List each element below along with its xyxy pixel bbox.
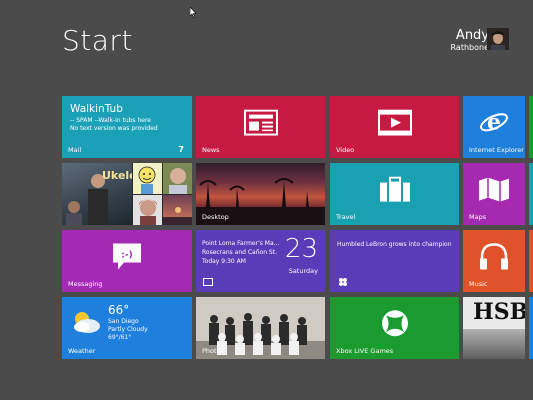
tile-hsbc[interactable]: HSBC bbox=[463, 297, 525, 359]
tile-label: Weather bbox=[68, 347, 96, 355]
weather-range: 69°/61° bbox=[108, 334, 132, 341]
people-photo: Ukele bbox=[62, 163, 137, 225]
mouse-cursor-icon bbox=[190, 7, 197, 18]
tile-weather[interactable]: 66° San Diego Partly Cloudy 69°/61° Weat… bbox=[62, 297, 192, 359]
tile-travel[interactable]: Travel bbox=[330, 163, 459, 225]
svg-text:e: e bbox=[487, 109, 501, 135]
people-photo bbox=[163, 195, 192, 225]
calendar-day: Saturday bbox=[288, 267, 318, 275]
tile-label: Xbox LIVE Games bbox=[336, 347, 394, 355]
calendar-event: Point Loma Farmer's Ma... Rosecrans and … bbox=[202, 239, 282, 266]
tile-label: Travel bbox=[336, 213, 356, 221]
tile-label: Messaging bbox=[68, 280, 103, 288]
people-photo bbox=[133, 163, 162, 194]
tile-partial-right[interactable] bbox=[529, 96, 533, 158]
tile-label: Video bbox=[336, 146, 355, 154]
messaging-icon: :-) bbox=[112, 242, 142, 274]
tile-partial-right[interactable] bbox=[529, 230, 533, 292]
tile-partial-right[interactable] bbox=[529, 163, 533, 225]
video-icon bbox=[377, 109, 412, 140]
tile-label: News bbox=[202, 146, 220, 154]
maps-icon bbox=[478, 177, 510, 207]
tile-calendar[interactable]: Point Loma Farmer's Ma... Rosecrans and … bbox=[196, 230, 325, 292]
mail-subject: -- SPAM --Walk-in tubs here bbox=[70, 117, 151, 124]
tile-mail[interactable]: WalkinTub -- SPAM --Walk-in tubs here No… bbox=[62, 96, 192, 158]
avatar[interactable] bbox=[487, 28, 509, 50]
calendar-event-location: Rosecrans and Cañon St. bbox=[202, 249, 277, 256]
xbox-icon bbox=[380, 308, 410, 342]
weather-condition: Partly Cloudy bbox=[108, 326, 148, 333]
calendar-event-title: Point Loma Farmer's Ma... bbox=[202, 240, 280, 247]
tile-desktop[interactable]: Desktop bbox=[196, 163, 325, 225]
tile-label: Maps bbox=[469, 213, 487, 221]
tile-people[interactable]: Ukele bbox=[62, 163, 192, 225]
tile-xbox-live-games[interactable]: Xbox LIVE Games bbox=[330, 297, 459, 359]
tile-music[interactable]: Music bbox=[463, 230, 525, 292]
ie-icon: e bbox=[479, 107, 509, 141]
svg-text::-): :-) bbox=[121, 250, 132, 260]
user-name[interactable]: Andy bbox=[456, 28, 489, 43]
weather-icon bbox=[70, 309, 102, 339]
people-photo bbox=[133, 195, 162, 225]
news-icon bbox=[243, 109, 278, 140]
user-surname[interactable]: Rathbone bbox=[451, 43, 489, 52]
tile-label: Mail bbox=[68, 146, 82, 154]
mail-sender: WalkinTub bbox=[70, 103, 123, 115]
news-app-icon bbox=[339, 278, 347, 286]
tile-label: Photos bbox=[202, 347, 224, 355]
mail-preview: No text version was provided bbox=[70, 125, 158, 132]
weather-city: San Diego bbox=[108, 318, 139, 325]
hsbc-photo bbox=[463, 329, 525, 359]
tile-messaging[interactable]: :-) Messaging bbox=[62, 230, 192, 292]
tile-news-story[interactable]: Humbled LeBron grows into champion bbox=[330, 230, 459, 292]
tile-video[interactable]: Video bbox=[330, 96, 459, 158]
svg-text:Ukele: Ukele bbox=[102, 169, 132, 182]
page-title: Start bbox=[62, 24, 133, 57]
tile-label: Desktop bbox=[202, 213, 229, 221]
tile-internet-explorer[interactable]: e Internet Explorer bbox=[463, 96, 525, 158]
weather-temperature: 66° bbox=[108, 303, 130, 317]
tile-label: Music bbox=[469, 280, 488, 288]
tile-maps[interactable]: Maps bbox=[463, 163, 525, 225]
tile-label: Internet Explorer bbox=[469, 146, 524, 154]
hsbc-logo: HSBC bbox=[473, 299, 525, 325]
calendar-icon bbox=[203, 278, 213, 286]
tile-partial-right[interactable] bbox=[529, 297, 533, 359]
headphones-icon bbox=[479, 242, 509, 274]
calendar-date: 23 bbox=[284, 234, 318, 264]
calendar-event-time: Today 9:30 AM bbox=[202, 258, 246, 265]
people-photo bbox=[163, 163, 192, 194]
unread-count-badge: 7 bbox=[178, 145, 184, 154]
news-headline: Humbled LeBron grows into champion bbox=[337, 241, 452, 248]
tile-photos[interactable]: Photos bbox=[196, 297, 325, 359]
suitcase-icon bbox=[379, 176, 411, 207]
tile-news[interactable]: News bbox=[196, 96, 325, 158]
